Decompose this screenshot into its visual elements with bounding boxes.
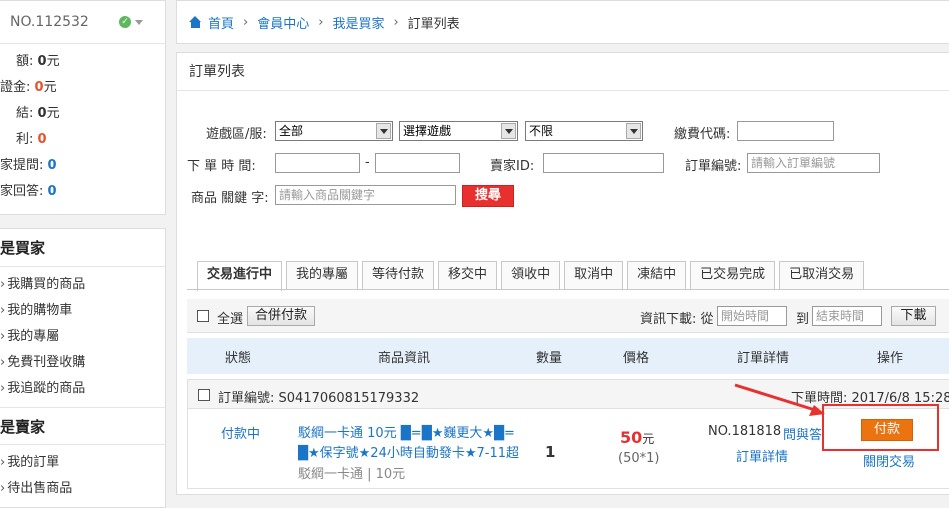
download-start-input[interactable]: 開始時間 bbox=[717, 306, 787, 326]
menu-my-orders[interactable]: 我的訂單 bbox=[0, 450, 165, 476]
price-value: 50元 bbox=[620, 428, 655, 447]
col-status: 狀態 bbox=[225, 351, 252, 366]
tab-cancelled[interactable]: 已取消交易 bbox=[779, 261, 865, 289]
tab-completed[interactable]: 已交易完成 bbox=[690, 261, 776, 289]
col-actions: 操作 bbox=[877, 351, 904, 366]
date-start-input[interactable] bbox=[275, 153, 360, 173]
download-label: 資訊下載: 從 bbox=[640, 312, 714, 327]
date-separator: - bbox=[365, 155, 370, 170]
menu-exclusive[interactable]: 我的專屬 bbox=[0, 324, 165, 350]
price-detail: (50*1) bbox=[618, 451, 660, 466]
buyer-section-title: 是買家 bbox=[0, 229, 165, 267]
tab-in-progress[interactable]: 交易進行中 bbox=[197, 261, 283, 291]
stat-answers[interactable]: 家回答: 0 bbox=[0, 179, 165, 205]
user-id: NO.112532 bbox=[10, 14, 89, 30]
product-subtitle: 駁綱一卡通 | 10元 bbox=[298, 467, 406, 482]
table-header: 狀態 商品資訊 數量 價格 訂單詳情 操作 bbox=[187, 338, 949, 374]
menu-bought-items[interactable]: 我購買的商品 bbox=[0, 272, 165, 298]
col-price: 價格 bbox=[623, 351, 650, 366]
stat-balance: 額: 0元 bbox=[16, 54, 60, 69]
date-end-input[interactable] bbox=[375, 153, 460, 173]
keyword-label: 商品 關鍵 字: bbox=[191, 191, 269, 206]
verified-check-icon: ✓ bbox=[119, 16, 131, 28]
role-menu: 是買家 我購買的商品 我的購物車 我的專屬 免費刊登收購 我追蹤的商品 是賣家 … bbox=[0, 228, 166, 508]
stat-frozen: 結: 0元 bbox=[16, 106, 60, 121]
breadcrumb-member[interactable]: 會員中心 bbox=[257, 13, 309, 32]
order-no-caption: 訂單編號: S0417060815179332 bbox=[218, 391, 420, 406]
tab-exclusive[interactable]: 我的專屬 bbox=[286, 261, 359, 289]
col-product: 商品資訊 bbox=[378, 351, 431, 366]
ask-link[interactable]: 問與答 bbox=[783, 424, 822, 443]
tab-cancelling[interactable]: 取消中 bbox=[564, 261, 624, 289]
menu-free-listing[interactable]: 免費刊登收購 bbox=[0, 350, 165, 376]
product-title-line1[interactable]: 駁綱一卡通 10元 █=█★巍更大★█= bbox=[298, 422, 515, 441]
download-end-input[interactable]: 結束時間 bbox=[812, 306, 882, 326]
breadcrumb-home[interactable]: 首頁 bbox=[208, 13, 234, 32]
breadcrumb-current: 訂單列表 bbox=[407, 16, 460, 32]
server-label: 遊戲區/服: bbox=[206, 127, 267, 142]
keyword-input[interactable]: 請輸入商品關鍵字 bbox=[275, 185, 456, 205]
sidebar: NO.112532 ✓ 額: 0元 證金: 0元 結: 0元 利: 0 家提問:… bbox=[0, 0, 166, 508]
breadcrumb-separator-icon: › bbox=[318, 14, 324, 30]
stat-deposit: 證金: 0元 bbox=[0, 80, 57, 95]
order-no-label: 訂單編號: bbox=[685, 159, 742, 174]
tab-frozen[interactable]: 凍結中 bbox=[627, 261, 687, 289]
breadcrumb: 首頁 › 會員中心 › 我是買家 › 訂單列表 bbox=[176, 0, 949, 44]
order-no-input[interactable]: 請輸入訂單編號 bbox=[747, 153, 880, 173]
search-button[interactable]: 搜尋 bbox=[462, 185, 514, 207]
user-panel: NO.112532 ✓ 額: 0元 證金: 0元 結: 0元 利: 0 家提問:… bbox=[0, 0, 166, 215]
tab-awaiting-payment[interactable]: 等待付款 bbox=[362, 261, 435, 289]
tab-transferring[interactable]: 移交中 bbox=[438, 261, 498, 289]
dropdown-arrow-icon bbox=[626, 123, 641, 139]
breadcrumb-separator-icon: › bbox=[393, 14, 399, 30]
seller-code-label: 繳費代碼: bbox=[674, 127, 731, 142]
date-label: 下 單 時 間: bbox=[187, 159, 256, 174]
server-select[interactable]: 全部 bbox=[275, 121, 393, 141]
seller-section-title: 是賣家 bbox=[0, 407, 165, 445]
dropdown-arrow-icon bbox=[501, 123, 516, 139]
menu-cart[interactable]: 我的購物車 bbox=[0, 298, 165, 324]
panel-title: 訂單列表 bbox=[177, 53, 949, 91]
order-checkbox[interactable] bbox=[198, 389, 210, 401]
user-header: NO.112532 ✓ bbox=[0, 1, 165, 44]
seller-id-input[interactable] bbox=[543, 153, 664, 173]
product-title-line2[interactable]: █★保字號★24小時自動發卡★7-11超 bbox=[298, 442, 519, 461]
menu-tracked-items[interactable]: 我追蹤的商品 bbox=[0, 376, 165, 402]
order-status-tabs: 交易進行中 我的專屬 等待付款 移交中 領收中 取消中 凍結中 已交易完成 已取… bbox=[197, 261, 868, 291]
limit-select[interactable]: 不限 bbox=[525, 121, 643, 141]
col-quantity: 數量 bbox=[536, 351, 563, 366]
stat-questions[interactable]: 家提問: 0 bbox=[0, 153, 165, 179]
home-icon[interactable] bbox=[189, 16, 202, 28]
seller-number: NO.181818 bbox=[708, 424, 782, 439]
breadcrumb-separator-icon: › bbox=[243, 14, 249, 30]
pay-button[interactable]: 付款 bbox=[861, 419, 913, 441]
order-status[interactable]: 付款中 bbox=[221, 423, 260, 442]
select-all-label: 全選 bbox=[217, 312, 244, 327]
seller-code-input[interactable] bbox=[737, 121, 834, 141]
dropdown-arrow-icon bbox=[376, 123, 391, 139]
order-detail-link[interactable]: 訂單詳情 bbox=[736, 446, 788, 465]
order-list-panel: 訂單列表 遊戲區/服: 全部 選擇遊戲 不限 繳費代碼: 下 單 時 間: - … bbox=[176, 52, 949, 495]
breadcrumb-buyer[interactable]: 我是買家 bbox=[332, 13, 384, 32]
stat-bonus: 利: 0 bbox=[16, 132, 47, 147]
main-content: 首頁 › 會員中心 › 我是買家 › 訂單列表 訂單列表 遊戲區/服: 全部 選… bbox=[176, 0, 949, 495]
tab-divider bbox=[187, 289, 949, 290]
download-to-label: 到 bbox=[796, 312, 810, 327]
game-select[interactable]: 選擇遊戲 bbox=[399, 121, 518, 141]
annotation-arrow-icon bbox=[734, 383, 825, 416]
tab-receiving[interactable]: 領收中 bbox=[501, 261, 561, 289]
list-toolbar: 全選 合併付款 資訊下載: 從 開始時間 到 結束時間 下載 bbox=[187, 299, 949, 333]
chevron-down-icon[interactable] bbox=[135, 19, 143, 25]
select-all-checkbox[interactable] bbox=[197, 310, 209, 322]
close-trade-link[interactable]: 關閉交易 bbox=[863, 451, 915, 470]
seller-id-label: 賣家ID: bbox=[490, 159, 535, 174]
col-order-detail: 訂單詳情 bbox=[737, 351, 790, 366]
merge-pay-button[interactable]: 合併付款 bbox=[247, 306, 315, 326]
menu-pending-sale[interactable]: 待出售商品 bbox=[0, 476, 165, 502]
download-button[interactable]: 下載 bbox=[891, 306, 936, 326]
quantity-value: 1 bbox=[545, 443, 556, 461]
